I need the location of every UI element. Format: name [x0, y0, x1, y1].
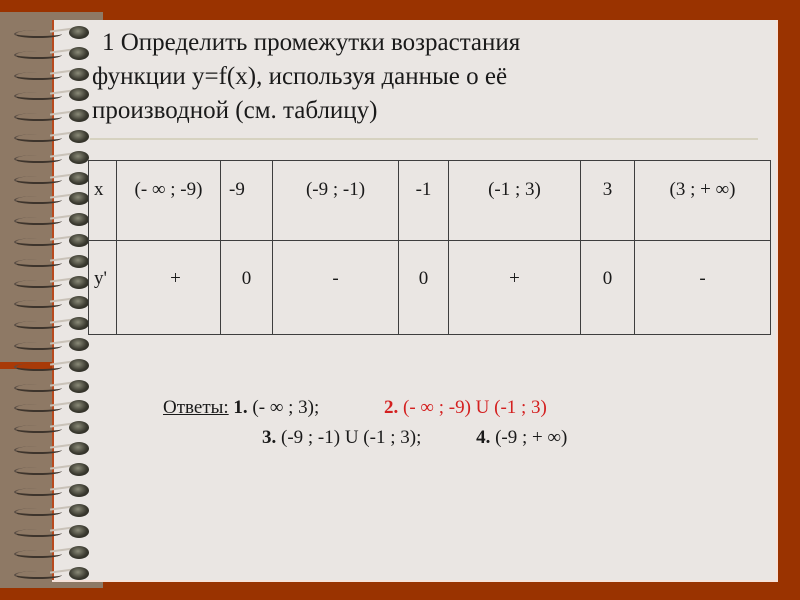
table-cell: (- ∞ ; -9) — [116, 160, 221, 241]
spiral-ring-icon — [14, 128, 94, 148]
table-row-x: x (- ∞ ; -9) -9 (-9 ; -1) -1 (-1 ; 3) 3 … — [88, 160, 771, 241]
spiral-ring-icon — [14, 315, 94, 335]
table-cell: 0 — [398, 240, 449, 335]
spiral-ring-icon — [14, 336, 94, 356]
spiral-ring-icon — [14, 419, 94, 439]
spiral-binding — [14, 24, 94, 584]
table-cell: -9 — [220, 160, 273, 241]
spiral-ring-icon — [14, 440, 94, 460]
answer-row-1: Ответы: 1. (- ∞ ; 3); 2. (- ∞ ; -9) U (-… — [163, 393, 567, 423]
title-line-3: производной (см. таблицу) — [92, 97, 378, 124]
spiral-ring-icon — [14, 170, 94, 190]
answer-option-3[interactable]: 3. (-9 ; -1) U (-1 ; 3); — [262, 427, 421, 448]
title-line-1: 1 Определить промежутки возрастания — [102, 29, 521, 56]
spiral-ring-icon — [14, 190, 94, 210]
spiral-ring-icon — [14, 461, 94, 481]
table-row-y-prime: y' + 0 - 0 + 0 - — [88, 240, 771, 335]
answer-row-2: 3. (-9 ; -1) U (-1 ; 3); 4. (-9 ; + ∞) — [163, 423, 567, 453]
row-label-x: x — [88, 160, 117, 241]
spiral-ring-icon — [14, 294, 94, 314]
table-cell: 0 — [220, 240, 273, 335]
spiral-ring-icon — [14, 24, 94, 44]
spiral-ring-icon — [14, 107, 94, 127]
spiral-ring-icon — [14, 482, 94, 502]
table-cell: -1 — [398, 160, 449, 241]
answer-text: (- ∞ ; -9) U (-1 ; 3) — [398, 397, 547, 418]
title-divider — [90, 138, 758, 140]
answer-text: (- ∞ ; 3); — [247, 397, 320, 418]
spiral-ring-icon — [14, 565, 94, 585]
answer-option-1[interactable]: 1. (- ∞ ; 3); — [233, 397, 319, 418]
answer-text: (-9 ; -1) U (-1 ; 3); — [276, 427, 422, 448]
table-cell: 3 — [580, 160, 635, 241]
spiral-ring-icon — [14, 253, 94, 273]
spiral-ring-icon — [14, 211, 94, 231]
spiral-ring-icon — [14, 378, 94, 398]
table-cell: - — [634, 240, 771, 335]
spiral-ring-icon — [14, 45, 94, 65]
spiral-ring-icon — [14, 502, 94, 522]
spiral-ring-icon — [14, 357, 94, 377]
spiral-ring-icon — [14, 232, 94, 252]
spiral-ring-icon — [14, 274, 94, 294]
table-cell: (-9 ; -1) — [272, 160, 399, 241]
spiral-ring-icon — [14, 66, 94, 86]
spiral-ring-icon — [14, 398, 94, 418]
row-label-y-prime: y' — [88, 240, 117, 335]
table-cell: (3 ; + ∞) — [634, 160, 771, 241]
spiral-ring-icon — [14, 86, 94, 106]
title-line-2: функции y=f(x), используя данные о её — [92, 63, 508, 90]
answer-option-4[interactable]: 4. (-9 ; + ∞) — [476, 427, 567, 448]
answer-number: 3. — [262, 427, 277, 448]
table-cell: - — [272, 240, 399, 335]
spiral-ring-icon — [14, 523, 94, 543]
answer-text: (-9 ; + ∞) — [490, 427, 568, 448]
derivative-sign-table: x (- ∞ ; -9) -9 (-9 ; -1) -1 (-1 ; 3) 3 … — [88, 160, 771, 335]
slide-title: 1 Определить промежутки возрастания функ… — [92, 26, 752, 128]
answer-number: 4. — [476, 427, 491, 448]
table-cell: + — [448, 240, 581, 335]
answers-heading: Ответы: — [163, 397, 229, 418]
table-cell: 0 — [580, 240, 635, 335]
answer-number: 2. — [384, 397, 399, 418]
answer-options: Ответы: 1. (- ∞ ; 3); 2. (- ∞ ; -9) U (-… — [163, 393, 567, 453]
spiral-ring-icon — [14, 544, 94, 564]
answer-number: 1. — [233, 397, 248, 418]
table-cell: (-1 ; 3) — [448, 160, 581, 241]
answer-option-2[interactable]: 2. (- ∞ ; -9) U (-1 ; 3) — [384, 397, 547, 418]
table-cell: + — [116, 240, 221, 335]
spiral-ring-icon — [14, 149, 94, 169]
